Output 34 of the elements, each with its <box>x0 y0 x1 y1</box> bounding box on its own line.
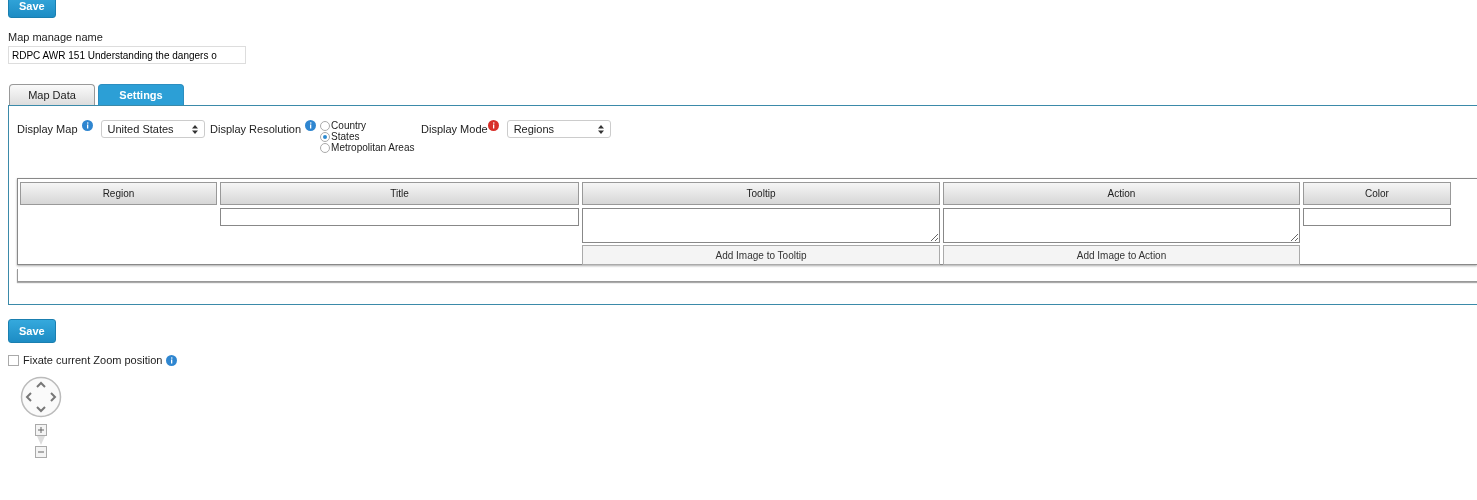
info-icon <box>81 120 93 131</box>
column-header: Region <box>20 182 217 205</box>
column-header: Title <box>220 182 579 205</box>
display-map-select[interactable]: United States <box>100 120 205 138</box>
text-field[interactable] <box>1303 208 1451 226</box>
pan-control-icon[interactable] <box>20 376 62 418</box>
checkbox-label: Fixate current Zoom position <box>23 354 163 366</box>
zoom-slider-icon <box>37 436 45 445</box>
field-label: Map manage name <box>8 31 104 43</box>
alert-icon <box>487 120 499 131</box>
info-icon <box>305 120 317 131</box>
checkbox[interactable] <box>8 354 19 366</box>
display-resolution-label: Display Resolution <box>210 123 302 135</box>
text-field[interactable] <box>220 208 579 226</box>
column-header: Action <box>943 182 1300 205</box>
display-mode-select[interactable]: Regions <box>506 120 611 138</box>
radio-label: Country <box>331 120 367 131</box>
radio-label: Metropolitan Areas <box>331 142 415 153</box>
text-area[interactable] <box>943 208 1300 243</box>
column-header: Color <box>1303 182 1451 205</box>
dropdown-arrows-icon <box>191 124 198 134</box>
zoom-in-icon[interactable] <box>35 424 47 436</box>
info-icon <box>166 354 178 366</box>
add-image-button[interactable]: Add Image to Tooltip <box>582 245 940 265</box>
zoom-out-icon[interactable] <box>35 446 47 458</box>
radio-label: States <box>331 131 360 142</box>
dropdown-arrows-icon <box>597 124 604 134</box>
map-name-field[interactable]: RDPC AWR 151 Understanding the dangers o <box>8 46 246 64</box>
display-mode-label: Display Mode <box>421 123 488 135</box>
text-area[interactable] <box>582 208 940 243</box>
add-image-button[interactable]: Add Image to Action <box>943 245 1300 265</box>
tab[interactable]: Map Data <box>9 84 95 105</box>
column-header: Tooltip <box>582 182 940 205</box>
display-map-label: Display Map <box>17 123 78 135</box>
